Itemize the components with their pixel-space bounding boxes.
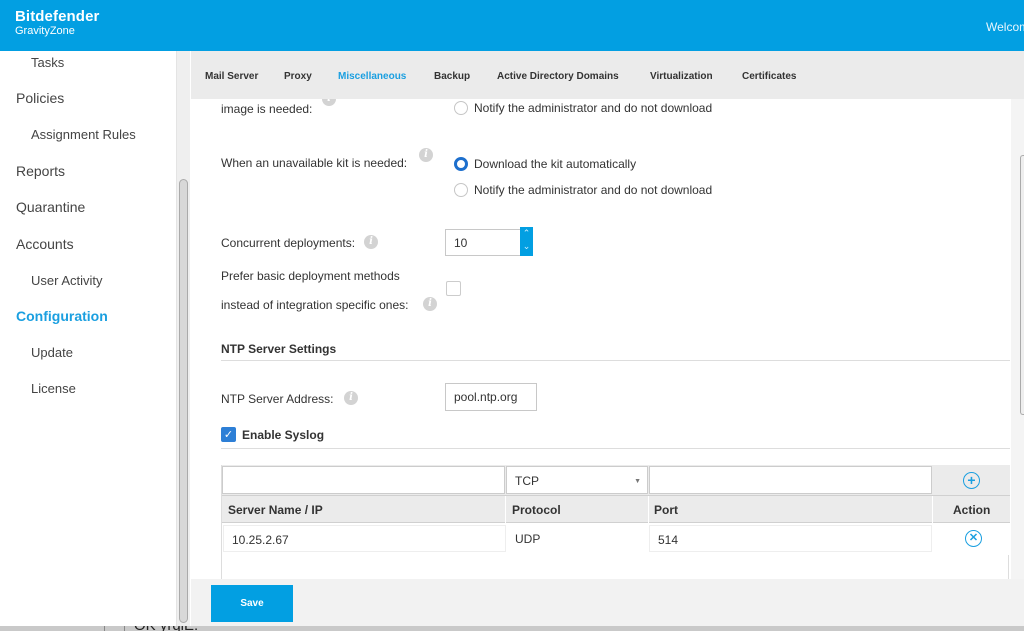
info-icon[interactable]: i bbox=[419, 148, 433, 162]
app-window: Bitdefender GravityZone Welcome Tasks Po… bbox=[0, 0, 1024, 626]
kit-notify-label[interactable]: Notify the administrator and do not down… bbox=[474, 183, 712, 197]
info-icon[interactable]: i bbox=[322, 99, 336, 106]
kit-download-radio[interactable] bbox=[454, 157, 468, 171]
column-separator bbox=[505, 496, 506, 523]
top-bar: Bitdefender GravityZone Welcome bbox=[0, 0, 1024, 51]
sidebar-item-license[interactable]: License bbox=[31, 381, 76, 396]
kit-notify-radio[interactable] bbox=[454, 183, 468, 197]
tab-miscellaneous[interactable]: Miscellaneous bbox=[338, 71, 406, 82]
tab-certificates[interactable]: Certificates bbox=[742, 71, 796, 82]
syslog-table: TCP ▼ + Server Name / IP Protocol Port A… bbox=[221, 465, 1010, 579]
port-filter-input[interactable] bbox=[649, 466, 932, 494]
column-server: Server Name / IP bbox=[228, 503, 323, 517]
spinner-buttons[interactable]: ⌃ ⌄ bbox=[520, 227, 533, 256]
tab-virtualization[interactable]: Virtualization bbox=[650, 71, 713, 82]
column-separator bbox=[648, 496, 649, 523]
background-window: OK yrqlE: bbox=[0, 626, 1024, 631]
remove-circle-icon[interactable]: ✕ bbox=[965, 530, 982, 547]
chevron-down-icon[interactable]: ⌄ bbox=[520, 240, 533, 253]
sidebar-item-accounts[interactable]: Accounts bbox=[16, 236, 74, 252]
settings-panel: image is needed: i Notify the administra… bbox=[191, 99, 1011, 579]
enable-syslog-label[interactable]: Enable Syslog bbox=[242, 428, 324, 442]
kit-needed-label: When an unavailable kit is needed: bbox=[221, 156, 408, 170]
kit-download-label[interactable]: Download the kit automatically bbox=[474, 157, 636, 171]
sidebar-item-policies[interactable]: Policies bbox=[16, 90, 64, 106]
image-notify-radio[interactable] bbox=[454, 101, 468, 115]
sidebar-scrollbar-thumb[interactable] bbox=[179, 179, 188, 623]
sidebar-item-update[interactable]: Update bbox=[31, 345, 73, 360]
image-notify-label[interactable]: Notify the administrator and do not down… bbox=[474, 101, 712, 115]
ntp-address-input[interactable]: pool.ntp.org bbox=[445, 383, 537, 411]
tab-backup[interactable]: Backup bbox=[434, 71, 470, 82]
divider bbox=[221, 360, 1010, 361]
info-icon[interactable]: i bbox=[344, 391, 358, 405]
welcome-text[interactable]: Welcome bbox=[986, 20, 1024, 34]
logo-brand: Bitdefender bbox=[15, 8, 100, 25]
bitdefender-logo[interactable]: Bitdefender GravityZone bbox=[15, 9, 99, 38]
content-scrollbar-thumb[interactable] bbox=[1020, 155, 1024, 415]
concurrent-deployments-label: Concurrent deployments: bbox=[221, 236, 356, 250]
sidebar-item-configuration[interactable]: Configuration bbox=[16, 308, 108, 324]
info-icon[interactable]: i bbox=[364, 235, 378, 249]
server-filter-input[interactable] bbox=[222, 466, 505, 494]
sidebar-item-assignment-rules[interactable]: Assignment Rules bbox=[31, 127, 136, 142]
sidebar-nav: Tasks Policies Assignment Rules Reports … bbox=[0, 51, 190, 626]
enable-syslog-checkbox[interactable]: ✓ bbox=[221, 427, 236, 442]
footer-bar: Save bbox=[191, 579, 1024, 626]
row-server: 10.25.2.67 bbox=[223, 525, 506, 552]
sidebar-item-quarantine[interactable]: Quarantine bbox=[16, 199, 85, 215]
prefer-basic-label-line1: Prefer basic deployment methods bbox=[221, 269, 400, 283]
divider bbox=[124, 626, 125, 631]
column-protocol: Protocol bbox=[512, 503, 561, 517]
syslog-add-row: TCP ▼ + bbox=[222, 465, 1010, 495]
divider bbox=[221, 448, 1010, 449]
save-button[interactable]: Save bbox=[211, 585, 293, 622]
chevron-up-icon[interactable]: ⌃ bbox=[520, 227, 533, 240]
table-row: 10.25.2.67 UDP 514 ✕ bbox=[222, 523, 1010, 555]
ntp-address-label: NTP Server Address: bbox=[221, 392, 334, 406]
table-header: Server Name / IP Protocol Port Action bbox=[222, 495, 1010, 523]
column-port: Port bbox=[654, 503, 678, 517]
add-circle-icon[interactable]: + bbox=[963, 472, 980, 489]
sidebar-item-tasks[interactable]: Tasks bbox=[31, 55, 64, 70]
prefer-basic-label-line2: instead of integration specific ones: bbox=[221, 298, 409, 312]
tab-proxy[interactable]: Proxy bbox=[284, 71, 312, 82]
protocol-select[interactable]: TCP ▼ bbox=[506, 466, 648, 494]
background-window-text: OK yrqlE: bbox=[134, 626, 198, 631]
row-port: 514 bbox=[649, 525, 932, 552]
ntp-section-title: NTP Server Settings bbox=[221, 342, 337, 356]
column-separator bbox=[932, 496, 933, 523]
tab-active-directory-domains[interactable]: Active Directory Domains bbox=[497, 71, 619, 82]
tab-mail-server[interactable]: Mail Server bbox=[205, 71, 258, 82]
dropdown-arrow-icon: ▼ bbox=[634, 478, 641, 485]
column-action: Action bbox=[953, 503, 991, 517]
divider bbox=[104, 626, 105, 631]
protocol-select-value: TCP bbox=[515, 474, 539, 488]
row-protocol: UDP bbox=[507, 525, 648, 552]
prefer-basic-checkbox[interactable] bbox=[446, 281, 461, 296]
config-tabs: Mail Server Proxy Miscellaneous Backup A… bbox=[191, 51, 1024, 99]
info-icon[interactable]: i bbox=[423, 297, 437, 311]
sidebar-item-reports[interactable]: Reports bbox=[16, 163, 65, 179]
sidebar-item-user-activity[interactable]: User Activity bbox=[31, 273, 103, 288]
logo-product: GravityZone bbox=[15, 25, 75, 37]
image-needed-label: image is needed: bbox=[221, 102, 313, 116]
